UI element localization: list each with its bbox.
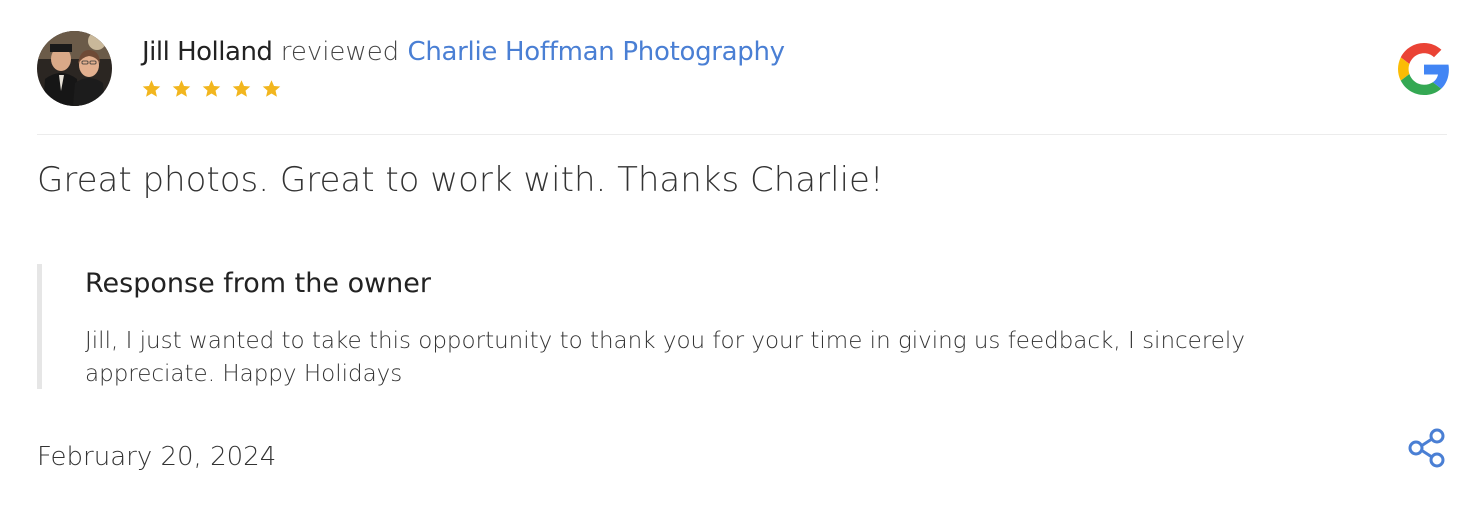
- reviewer-avatar[interactable]: [37, 31, 112, 106]
- header-divider: [37, 134, 1447, 135]
- business-name-link[interactable]: Charlie Hoffman Photography: [407, 37, 785, 67]
- star-icon: [232, 80, 251, 97]
- owner-response-title: Response from the owner: [85, 268, 431, 299]
- star-icon: [202, 80, 221, 97]
- review-text: Great photos. Great to work with. Thanks…: [37, 160, 884, 200]
- star-icon: [172, 80, 191, 97]
- star-icon: [142, 80, 161, 97]
- avatar-photo-image: [37, 31, 112, 106]
- share-button[interactable]: [1405, 426, 1449, 470]
- star-rating: [141, 78, 282, 99]
- review-card: Jill Holland reviewed Charlie Hoffman Ph…: [0, 0, 1483, 508]
- google-g-icon: [1398, 43, 1449, 95]
- star-icon: [262, 80, 281, 97]
- reviewed-label: reviewed: [280, 37, 400, 67]
- review-header: Jill Holland reviewed Charlie Hoffman Ph…: [142, 34, 785, 70]
- share-icon: [1408, 428, 1445, 468]
- review-date: February 20, 2024: [37, 442, 277, 472]
- owner-response: Response from the owner Jill, I just wan…: [37, 264, 1342, 389]
- reviewer-name[interactable]: Jill Holland: [142, 37, 273, 67]
- owner-response-text: Jill, I just wanted to take this opportu…: [85, 328, 1245, 387]
